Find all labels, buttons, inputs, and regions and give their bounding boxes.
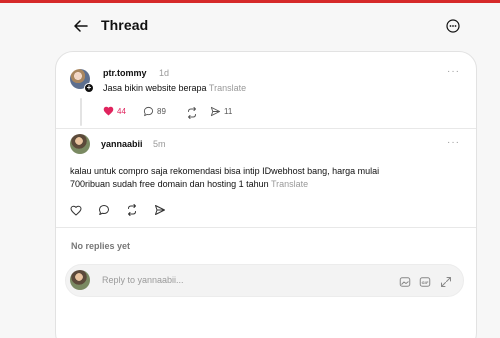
reply-more-menu-icon[interactable]: ··· bbox=[447, 137, 460, 148]
reply-comment-bubble-icon[interactable] bbox=[98, 203, 110, 215]
comment-bubble-icon bbox=[143, 106, 154, 117]
page-title: Thread bbox=[101, 17, 149, 33]
reply-time: 5m bbox=[153, 139, 166, 149]
composer-avatar bbox=[70, 270, 90, 290]
comment-count: 89 bbox=[157, 107, 166, 116]
reply-username[interactable]: yannaabii bbox=[101, 139, 143, 149]
more-circle-icon[interactable] bbox=[446, 19, 460, 33]
post-text: Jasa bikin website berapa Translate bbox=[103, 82, 246, 95]
reply-composer[interactable]: Reply to yannaabii... GIF bbox=[65, 264, 464, 297]
thread-card: + ptr.tommy 1d ··· Jasa bikin website be… bbox=[55, 51, 477, 338]
reply-like-heart-icon[interactable] bbox=[70, 203, 82, 216]
header: Thread bbox=[0, 3, 500, 51]
image-icon[interactable] bbox=[399, 275, 411, 287]
repost-icon[interactable] bbox=[186, 106, 198, 119]
post-time: 1d bbox=[159, 68, 170, 78]
back-arrow-icon[interactable] bbox=[73, 18, 89, 34]
like-button[interactable]: 44 bbox=[103, 106, 126, 116]
heart-icon bbox=[103, 106, 114, 116]
reply-translate-link[interactable]: Translate bbox=[271, 179, 308, 189]
post-translate-link[interactable]: Translate bbox=[209, 83, 246, 93]
divider bbox=[56, 227, 476, 228]
avatar-yannaabii[interactable] bbox=[70, 134, 90, 154]
svg-text:GIF: GIF bbox=[421, 281, 428, 285]
post-username[interactable]: ptr.tommy bbox=[103, 68, 147, 78]
thread-connector-line bbox=[80, 98, 82, 126]
expand-icon[interactable] bbox=[440, 275, 452, 287]
post-body: Jasa bikin website berapa bbox=[103, 83, 207, 93]
like-count: 44 bbox=[117, 106, 126, 116]
reply-send-icon[interactable] bbox=[154, 203, 166, 215]
follow-plus-icon[interactable]: + bbox=[84, 83, 94, 93]
reply-input-placeholder[interactable]: Reply to yannaabii... bbox=[102, 275, 184, 285]
comment-button[interactable]: 89 bbox=[143, 106, 166, 117]
divider bbox=[56, 128, 476, 129]
no-replies-label: No replies yet bbox=[71, 241, 131, 251]
reply-repost-icon[interactable] bbox=[126, 203, 138, 216]
share-button[interactable]: 11 bbox=[210, 106, 232, 117]
gif-icon[interactable]: GIF bbox=[419, 275, 431, 287]
reply-text-line-2: 700ribuan sudah free domain dan hosting … bbox=[70, 179, 269, 189]
reply-text: kalau untuk compro saja rekomendasi bisa… bbox=[70, 165, 470, 191]
send-icon bbox=[210, 106, 221, 117]
share-count: 11 bbox=[224, 107, 233, 116]
post-more-menu-icon[interactable]: ··· bbox=[447, 66, 460, 77]
reply-text-line-1: kalau untuk compro saja rekomendasi bisa… bbox=[70, 166, 380, 176]
